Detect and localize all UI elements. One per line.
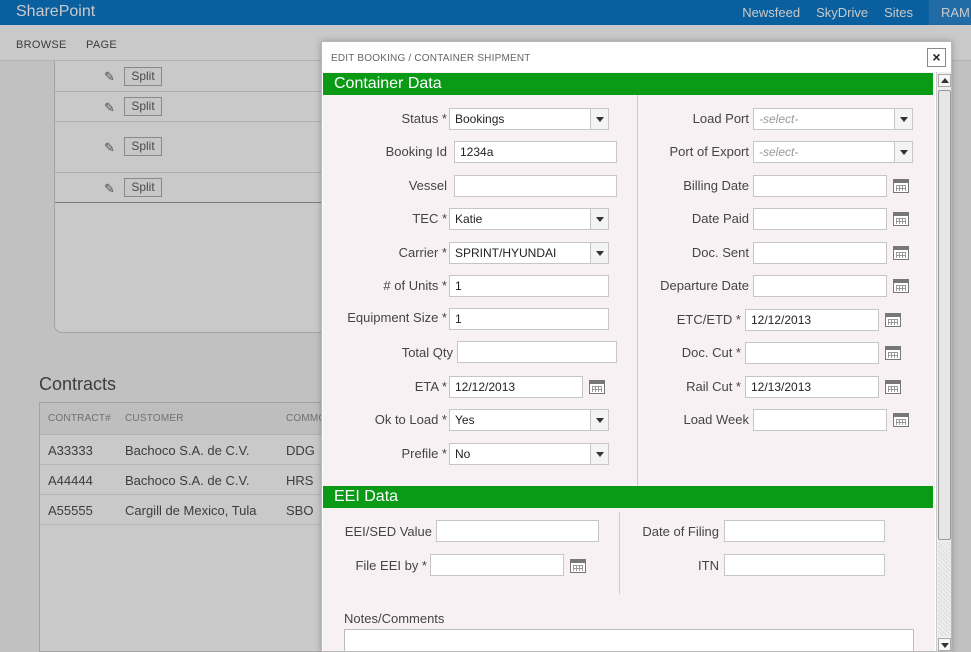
port-of-export-select[interactable]: -select- [753, 141, 913, 163]
eei-value-input[interactable] [436, 520, 599, 542]
calendar-icon[interactable] [570, 559, 586, 573]
doc-sent-label: Doc. Sent [691, 245, 749, 260]
total-qty-label: Total Qty [401, 345, 453, 360]
doc-cut-label: Doc. Cut * [681, 345, 741, 360]
doc-cut-input[interactable] [745, 342, 879, 364]
load-week-label: Load Week [683, 412, 749, 427]
file-eei-by-input[interactable] [430, 554, 564, 576]
prefile-label: Prefile * [401, 446, 447, 461]
units-input[interactable]: 1 [449, 275, 609, 297]
container-data-header: Container Data [323, 73, 933, 95]
calendar-icon[interactable] [893, 212, 909, 226]
notes-label: Notes/Comments [344, 611, 445, 626]
calendar-icon[interactable] [893, 179, 909, 193]
vessel-label: Vessel [408, 178, 447, 193]
chevron-down-icon[interactable] [894, 142, 912, 162]
eta-input[interactable]: 12/12/2013 [449, 376, 583, 398]
booking-id-label: Booking Id [385, 144, 447, 159]
scroll-thumb[interactable] [938, 90, 951, 540]
calendar-icon[interactable] [893, 279, 909, 293]
scroll-track[interactable] [938, 542, 951, 636]
rail-cut-label: Rail Cut * [686, 379, 741, 394]
prefile-select[interactable]: No [449, 443, 609, 465]
rail-cut-input[interactable]: 12/13/2013 [745, 376, 879, 398]
notes-textarea[interactable] [344, 629, 914, 651]
date-of-filing-label: Date of Filing [642, 524, 719, 539]
load-port-placeholder: -select- [759, 112, 799, 126]
total-qty-input[interactable] [457, 341, 617, 363]
eta-label: ETA * [414, 379, 447, 394]
ok-to-load-select[interactable]: Yes [449, 409, 609, 431]
date-of-filing-input[interactable] [724, 520, 885, 542]
calendar-icon[interactable] [589, 380, 605, 394]
calendar-icon[interactable] [885, 380, 901, 394]
itn-input[interactable] [724, 554, 885, 576]
column-divider [637, 95, 638, 486]
load-week-input[interactable] [753, 409, 887, 431]
dialog-title: EDIT BOOKING / CONTAINER SHIPMENT [331, 53, 531, 64]
date-paid-label: Date Paid [691, 211, 749, 226]
calendar-icon[interactable] [893, 246, 909, 260]
file-eei-by-label: File EEI by * [355, 558, 427, 573]
dialog-scrollbar[interactable] [936, 72, 951, 651]
carrier-value: SPRINT/HYUNDAI [455, 246, 557, 260]
prefile-value: No [455, 447, 471, 461]
units-label: # of Units * [383, 278, 447, 293]
status-select[interactable]: Bookings [449, 108, 609, 130]
departure-date-input[interactable] [753, 275, 887, 297]
eei-divider [619, 512, 620, 594]
chevron-down-icon[interactable] [590, 444, 608, 464]
calendar-icon[interactable] [885, 313, 901, 327]
port-of-export-placeholder: -select- [759, 145, 799, 159]
chevron-down-icon[interactable] [590, 209, 608, 229]
doc-sent-input[interactable] [753, 242, 887, 264]
load-port-select[interactable]: -select- [753, 108, 913, 130]
scroll-down-icon[interactable] [938, 638, 951, 651]
status-value: Bookings [455, 112, 505, 126]
eei-data-header: EEI Data [323, 486, 933, 508]
calendar-icon[interactable] [893, 413, 909, 427]
billing-date-input[interactable] [753, 175, 887, 197]
chevron-down-icon[interactable] [590, 109, 608, 129]
chevron-down-icon[interactable] [590, 243, 608, 263]
port-of-export-label: Port of Export [669, 144, 749, 159]
carrier-select[interactable]: SPRINT/HYUNDAI [449, 242, 609, 264]
ok-to-load-value: Yes [455, 413, 475, 427]
carrier-label: Carrier * [398, 245, 447, 260]
chevron-down-icon[interactable] [894, 109, 912, 129]
date-paid-input[interactable] [753, 208, 887, 230]
billing-date-label: Billing Date [683, 178, 749, 193]
departure-date-label: Departure Date [660, 278, 749, 293]
equipment-size-label: Equipment Size * [347, 310, 447, 325]
tec-value: Katie [455, 212, 483, 226]
tec-label: TEC * [412, 211, 447, 226]
scroll-up-icon[interactable] [938, 74, 951, 87]
close-icon[interactable]: × [927, 48, 946, 67]
ok-to-load-label: Ok to Load * [374, 412, 447, 427]
tec-select[interactable]: Katie [449, 208, 609, 230]
itn-label: ITN [698, 558, 719, 573]
booking-id-input[interactable]: 1234a [454, 141, 617, 163]
status-label: Status * [401, 111, 447, 126]
chevron-down-icon[interactable] [590, 410, 608, 430]
etc-etd-input[interactable]: 12/12/2013 [745, 309, 879, 331]
calendar-icon[interactable] [885, 346, 901, 360]
load-port-label: Load Port [692, 111, 749, 126]
edit-booking-dialog: EDIT BOOKING / CONTAINER SHIPMENT × Cont… [321, 41, 952, 652]
vessel-input[interactable] [454, 175, 617, 197]
dialog-body: Container Data Status * Bookings Booking… [323, 72, 935, 651]
eei-value-label: EEI/SED Value [344, 524, 432, 539]
equipment-size-input[interactable]: 1 [449, 308, 609, 330]
etc-etd-label: ETC/ETD * [676, 312, 741, 327]
